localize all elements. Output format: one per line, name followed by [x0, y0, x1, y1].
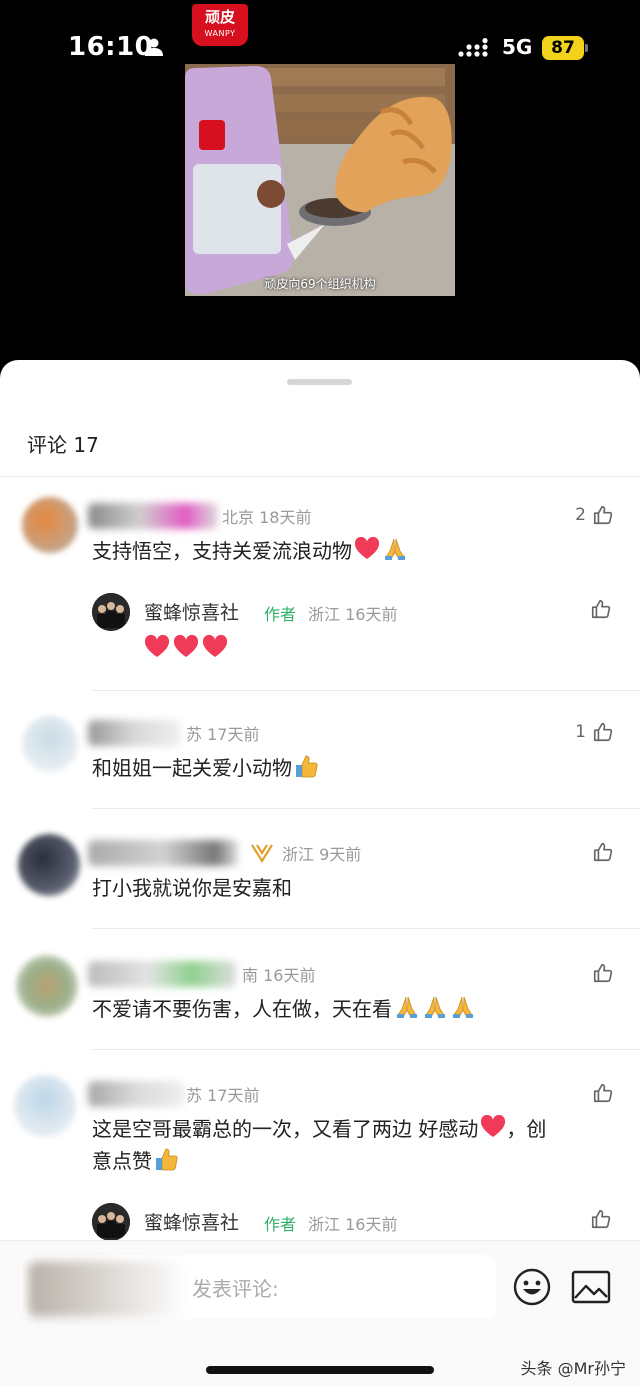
- watermark: 头条 @Mr孙宁: [520, 1359, 626, 1378]
- comment-input-bar: 发表评论: 头条 @Mr孙宁: [0, 1240, 640, 1387]
- heart-emoji-icon: [481, 1115, 506, 1137]
- comment-text: 不爱请不要伤害，人在做，天在看: [92, 993, 612, 1025]
- username[interactable]: [88, 720, 180, 746]
- battery-icon: [585, 44, 588, 52]
- comment-text-content: 这是空哥最霸总的一次，又看了两边 好感动: [92, 1117, 479, 1141]
- comment-text-content: 不爱请不要伤害，人在做，天在看: [92, 997, 392, 1021]
- thumbs-up-outline-icon: [593, 722, 613, 742]
- like-button[interactable]: [590, 1206, 612, 1232]
- avatar[interactable]: [16, 955, 78, 1017]
- image-icon[interactable]: [571, 1270, 611, 1304]
- comment-text-content: 和姐姐一起关爱小动物: [92, 756, 292, 780]
- like-button[interactable]: [592, 839, 614, 865]
- like-button[interactable]: 1: [575, 719, 614, 745]
- comment-input[interactable]: 发表评论:: [20, 1255, 496, 1319]
- avatar[interactable]: [22, 497, 78, 553]
- comment-item: 苏 17天前 1 和姐姐一起关爱小动物: [0, 714, 640, 814]
- video-thumbnail: [185, 64, 455, 296]
- comment-location-time: 苏 17天前: [186, 725, 260, 744]
- comment-text: 支持悟空，支持关爱流浪动物: [92, 535, 612, 567]
- pray-emoji-icon: [397, 996, 473, 1018]
- like-button[interactable]: 2: [575, 502, 614, 528]
- comment-text: 和姐姐一起关爱小动物: [92, 752, 612, 784]
- comment-item: 北京 18天前 2 支持悟空，支持关爱流浪动物 蜜蜂惊喜社 作者 浙江 16天前: [0, 497, 640, 697]
- divider: [92, 690, 640, 691]
- thumbs-up-emoji-icon: [296, 755, 318, 778]
- user-avatar: [28, 1261, 188, 1317]
- author-avatar-image: [92, 1203, 130, 1241]
- thumbs-up-outline-icon: [593, 1083, 613, 1103]
- network-type: 5G: [502, 35, 533, 59]
- comment-text: 这是空哥最霸总的一次，又看了两边 好感动 ，创 意点赞: [92, 1113, 612, 1177]
- reply-location-time: 浙江 16天前: [308, 1215, 398, 1234]
- avatar[interactable]: [22, 716, 78, 772]
- comment-text-content: 支持悟空，支持关爱流浪动物: [92, 539, 352, 563]
- badge-icon: [251, 844, 273, 863]
- like-button[interactable]: [590, 596, 612, 622]
- author-avatar[interactable]: [92, 593, 130, 631]
- avatar[interactable]: [14, 1075, 76, 1137]
- author-badge: 作者: [264, 605, 297, 624]
- heart-emoji-icon: [354, 537, 380, 559]
- username[interactable]: [88, 961, 236, 987]
- video-player[interactable]: 顽皮向69个组织机构: [185, 64, 455, 296]
- divider: [92, 1049, 640, 1050]
- thumbs-up-outline-icon: [593, 963, 613, 983]
- reply-text: [144, 633, 230, 663]
- divider: [92, 808, 640, 809]
- brand-logo: 顽皮 WANPY: [192, 4, 248, 46]
- brand-name-en: WANPY: [204, 29, 236, 38]
- drag-handle[interactable]: [287, 379, 352, 385]
- thumbs-up-outline-icon: [591, 1209, 611, 1229]
- like-button[interactable]: [592, 1080, 614, 1106]
- author-avatar-image: [92, 593, 130, 631]
- like-count: 2: [575, 505, 586, 525]
- like-button[interactable]: [592, 960, 614, 986]
- comment-location-time: 南 16天前: [242, 966, 316, 985]
- comment-item: 南 16天前 不爱请不要伤害，人在做，天在看: [0, 955, 640, 1055]
- author-reply: 蜜蜂惊喜社 作者 浙江 16天前: [92, 593, 640, 673]
- battery-level: 87: [542, 36, 584, 60]
- thumbs-up-outline-icon: [593, 842, 613, 862]
- thumbs-up-outline-icon: [591, 599, 611, 619]
- username[interactable]: [88, 840, 238, 866]
- home-indicator[interactable]: [206, 1366, 434, 1374]
- comment-sheet: 评论 17 北京 18天前 2 支持悟空，支持关爱流浪动物 蜜蜂惊喜社 作者 浙…: [0, 360, 640, 1387]
- author-name[interactable]: 蜜蜂惊喜社: [144, 1208, 239, 1235]
- avatar[interactable]: [18, 834, 80, 896]
- thumbs-up-emoji-icon: [156, 1148, 178, 1171]
- divider: [0, 476, 640, 477]
- divider: [92, 928, 640, 929]
- comment-location-time: 浙江 9天前: [282, 845, 362, 864]
- comment-location-time: 北京 18天前: [222, 508, 312, 527]
- username[interactable]: [88, 1081, 184, 1107]
- input-placeholder: 发表评论:: [192, 1277, 279, 1301]
- status-time: 16:10: [68, 32, 154, 62]
- heart-emoji-icon: [144, 634, 228, 657]
- brand-name-cn: 顽皮: [204, 8, 235, 26]
- author-badge: 作者: [264, 1215, 297, 1234]
- emoji-icon[interactable]: [513, 1268, 551, 1306]
- comment-text: 打小我就说你是安嘉和: [92, 876, 292, 900]
- person-icon: [145, 38, 163, 56]
- comment-text-line2: 意点赞: [92, 1149, 152, 1173]
- comment-item: 浙江 9天前 打小我就说你是安嘉和: [0, 834, 640, 934]
- author-name[interactable]: 蜜蜂惊喜社: [144, 598, 239, 625]
- comments-count-title: 评论 17: [27, 433, 99, 457]
- comment-location-time: 苏 17天前: [186, 1086, 260, 1105]
- signal-icon: [458, 38, 488, 57]
- username[interactable]: [88, 503, 218, 529]
- reply-location-time: 浙江 16天前: [308, 605, 398, 624]
- video-caption: 顽皮向69个组织机构: [264, 277, 376, 291]
- pray-emoji-icon: [385, 538, 405, 560]
- author-avatar[interactable]: [92, 1203, 130, 1241]
- thumbs-up-outline-icon: [593, 505, 613, 525]
- comment-item: 苏 17天前 这是空哥最霸总的一次，又看了两边 好感动 ，创 意点赞 蜜蜂惊喜社 …: [0, 1075, 640, 1241]
- like-count: 1: [575, 722, 586, 742]
